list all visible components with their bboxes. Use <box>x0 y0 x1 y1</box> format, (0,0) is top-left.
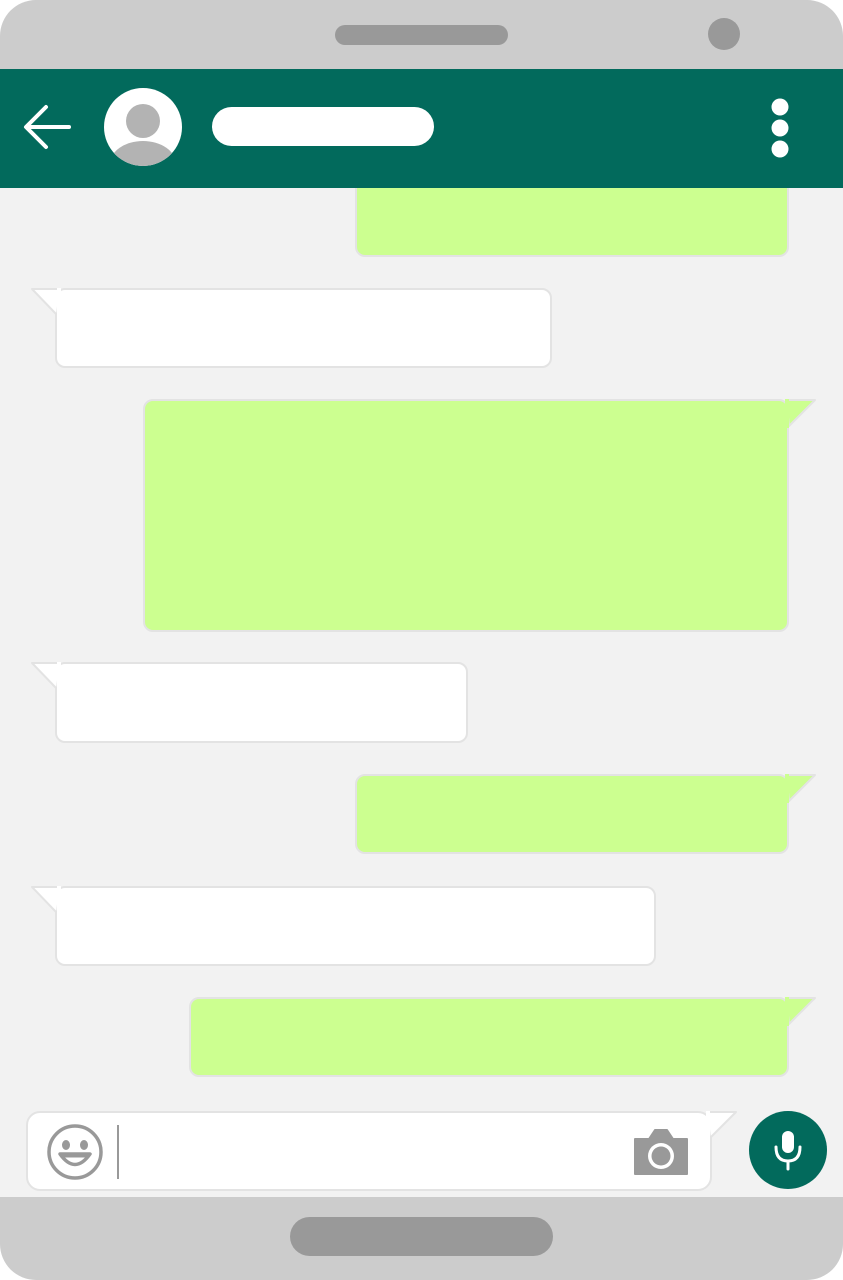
contact-name[interactable] <box>212 107 434 146</box>
incoming-bubble-tail <box>31 886 61 915</box>
front-camera <box>708 18 740 50</box>
chat-header <box>0 69 843 188</box>
outgoing-message[interactable] <box>143 399 789 632</box>
contact-avatar[interactable] <box>104 88 182 166</box>
more-vertical-icon[interactable] <box>766 97 794 159</box>
incoming-message[interactable] <box>55 662 468 743</box>
message-composer <box>26 1111 712 1191</box>
incoming-bubble-tail <box>31 662 61 691</box>
message-input[interactable] <box>128 1121 612 1183</box>
composer-tail <box>706 1111 737 1140</box>
outgoing-message[interactable] <box>355 774 789 854</box>
earpiece-speaker <box>335 25 508 45</box>
outgoing-bubble-tail <box>785 997 816 1026</box>
incoming-message[interactable] <box>55 288 552 368</box>
arrow-left-icon[interactable] <box>22 101 74 153</box>
incoming-bubble-tail <box>31 288 61 317</box>
text-cursor <box>117 1125 119 1179</box>
microphone-icon <box>774 1131 802 1171</box>
incoming-message[interactable] <box>55 886 656 966</box>
user-silhouette-icon <box>110 104 176 166</box>
voice-record-button[interactable] <box>749 1111 827 1189</box>
outgoing-message[interactable] <box>189 997 789 1077</box>
emoji-smile-icon[interactable] <box>46 1123 104 1181</box>
outgoing-bubble-tail <box>785 774 816 803</box>
outgoing-bubble-tail <box>785 399 816 428</box>
chat-screen <box>0 69 843 1197</box>
camera-icon[interactable] <box>632 1127 690 1177</box>
home-button[interactable] <box>290 1217 553 1256</box>
phone-frame <box>0 0 843 1280</box>
